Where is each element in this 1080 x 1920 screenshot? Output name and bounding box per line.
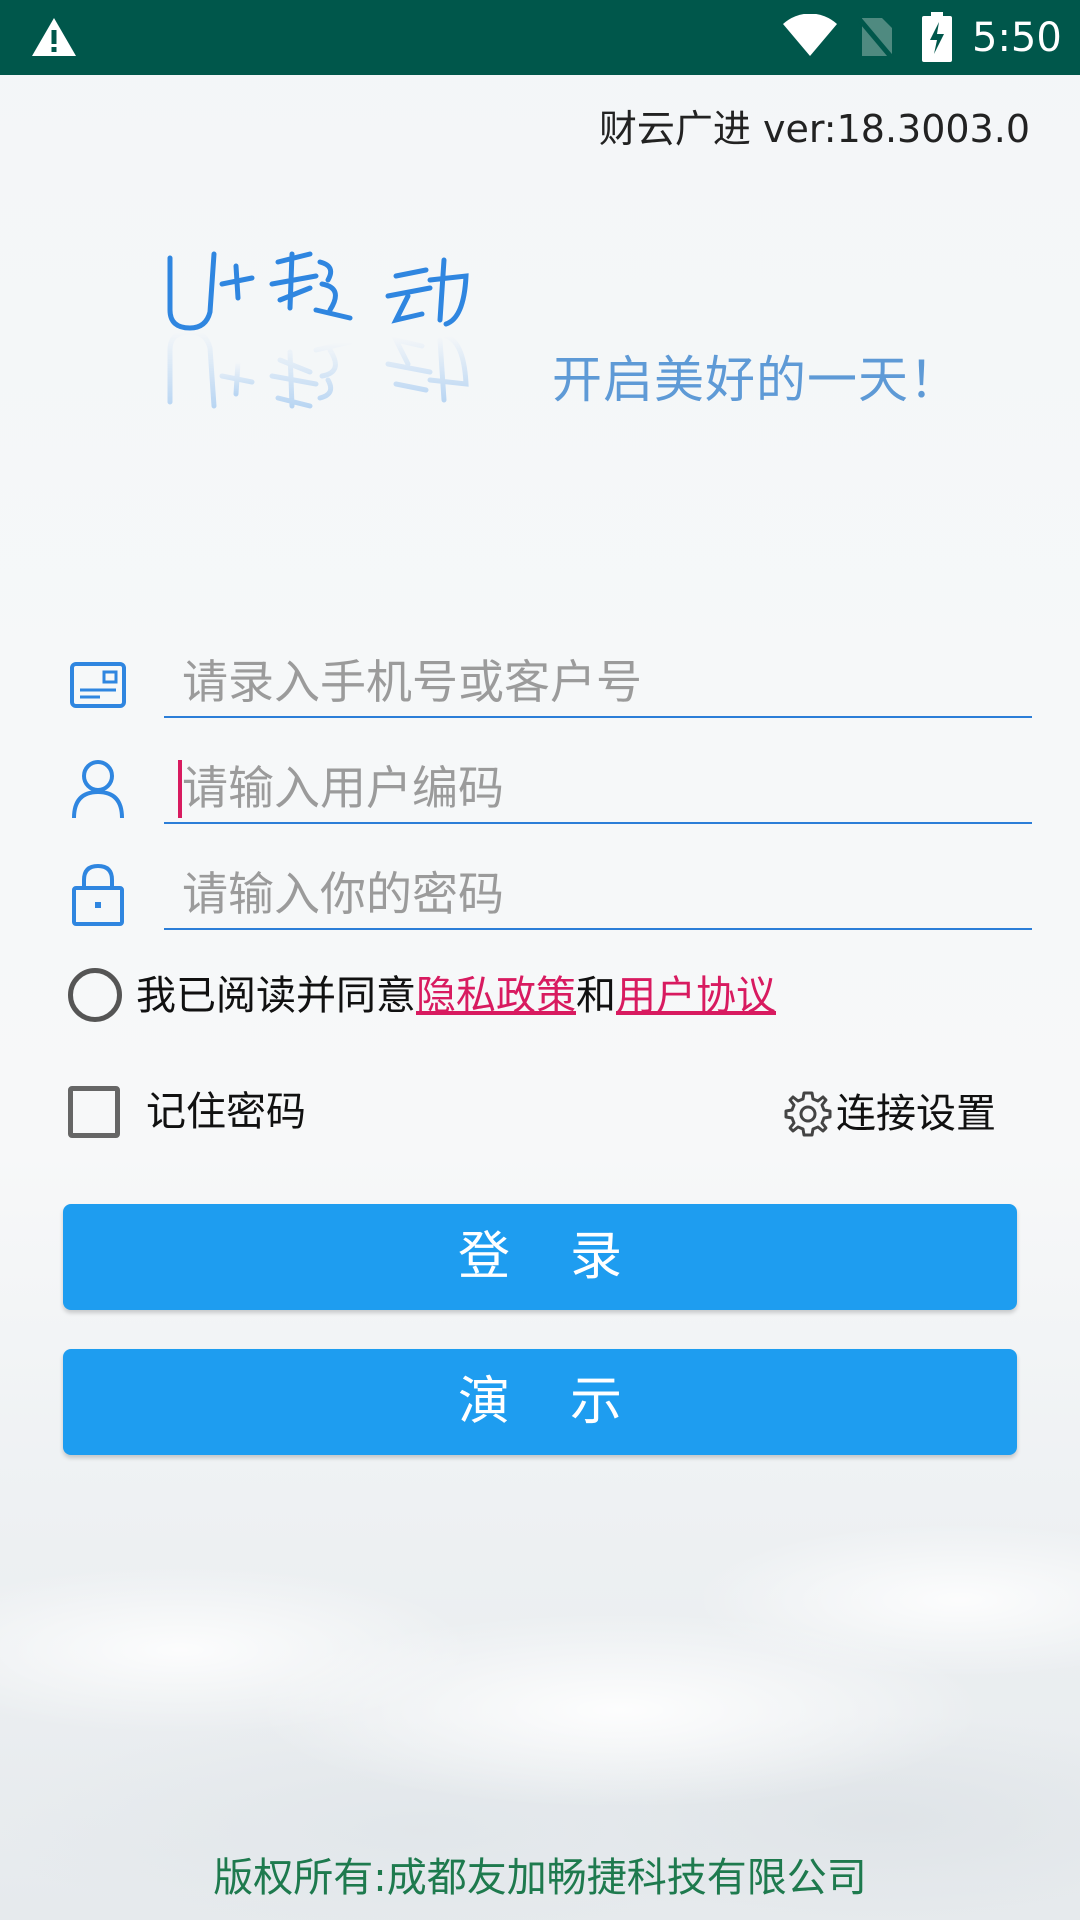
- user-agreement-link[interactable]: 用户协议: [616, 973, 776, 1019]
- account-input[interactable]: [164, 650, 1050, 714]
- id-card-icon: [70, 662, 126, 708]
- agreement-radio[interactable]: [68, 968, 122, 1022]
- lock-icon: [72, 863, 124, 926]
- battery-charging-icon: [922, 12, 952, 62]
- no-sim-icon: [858, 18, 894, 60]
- status-bar: 5:50: [0, 0, 1080, 75]
- status-time: 5:50: [972, 15, 1062, 61]
- user-code-input-wrapper: [164, 756, 1050, 824]
- account-row: [68, 650, 1050, 730]
- warning-icon: [32, 18, 76, 56]
- connection-settings[interactable]: 连接设置: [784, 1086, 1014, 1142]
- user-code-row: [68, 756, 1050, 836]
- password-input[interactable]: [164, 862, 1050, 926]
- wifi-icon: [783, 14, 837, 56]
- remember-password-label: 记住密码: [146, 1089, 306, 1135]
- remember-password[interactable]: 记住密码: [68, 1086, 468, 1146]
- agreement-row: 我已阅读并同意隐私政策和用户协议: [68, 966, 968, 1026]
- agreement-and: 和: [576, 973, 616, 1019]
- remember-password-checkbox[interactable]: [68, 1086, 120, 1138]
- u-plus-logo: [167, 251, 469, 409]
- agreement-prefix: 我已阅读并同意: [136, 973, 416, 1019]
- demo-button[interactable]: 演示: [63, 1349, 1017, 1455]
- user-icon: [72, 760, 124, 819]
- agreement-text: 我已阅读并同意隐私政策和用户协议: [136, 970, 776, 1022]
- connection-settings-label: 连接设置: [836, 1091, 996, 1137]
- login-button[interactable]: 登录: [63, 1204, 1017, 1310]
- app-version: 财云广进 ver:18.3003.0: [598, 107, 1030, 151]
- copyright-text: 版权所有:成都友加畅捷科技有限公司: [213, 1855, 867, 1901]
- password-input-wrapper: [164, 862, 1050, 930]
- slogan: 开启美好的一天！: [552, 351, 960, 409]
- gear-icon: [784, 1091, 832, 1137]
- password-row: [68, 862, 1050, 942]
- privacy-policy-link[interactable]: 隐私政策: [416, 973, 576, 1019]
- account-input-wrapper: [164, 650, 1050, 718]
- user-code-input[interactable]: [164, 756, 1050, 820]
